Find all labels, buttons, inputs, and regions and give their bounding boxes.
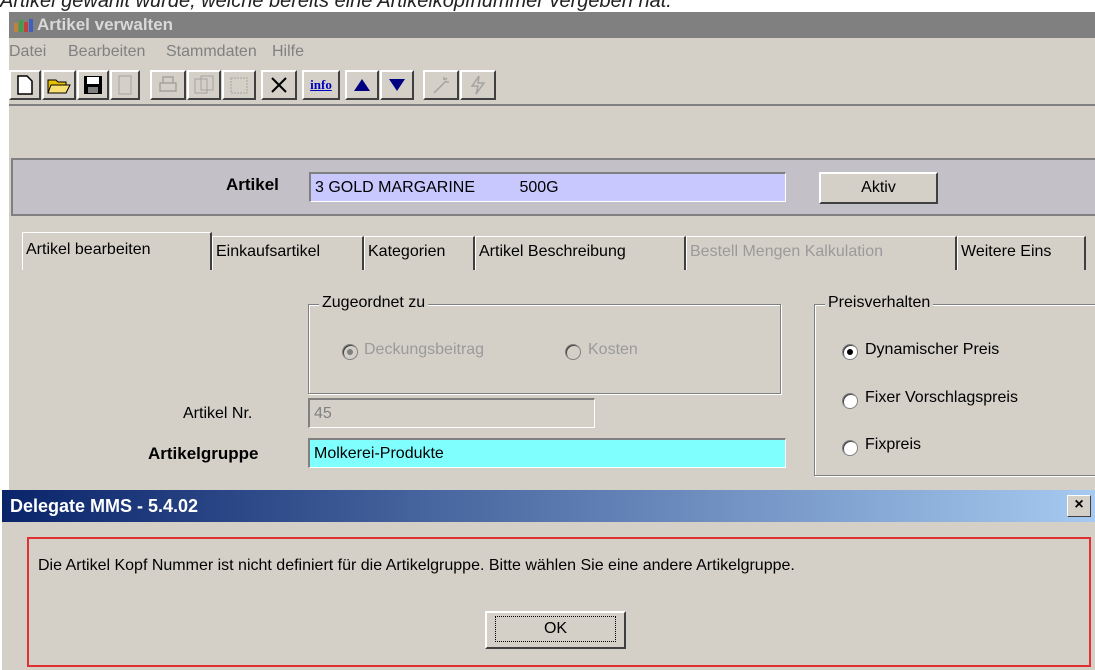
artikelgruppe-label: Artikelgruppe [148, 444, 259, 463]
flash-icon [470, 75, 486, 95]
tab-bestell-mengen-kalkulation[interactable]: Bestell Mengen Kalkulation [686, 236, 957, 270]
dialog-titlebar: Delegate MMS - 5.4.02 × [2, 490, 1095, 522]
save-icon [84, 76, 102, 94]
new-icon [17, 75, 33, 95]
app-icon [14, 19, 33, 32]
move-up-button[interactable] [345, 70, 379, 100]
aktiv-button[interactable]: Aktiv [819, 172, 938, 204]
tab-artikel-bearbeiten[interactable]: Artikel bearbeiten [22, 232, 212, 270]
delete-button[interactable] [261, 70, 297, 100]
tab-einkaufsartikel[interactable]: Einkaufsartikel [212, 236, 364, 270]
zugeordnet-title: Zugeordnet zu [319, 294, 429, 312]
info-icon: info [310, 77, 332, 92]
artikel-field[interactable]: 3 GOLD MARGARINE 500G [309, 172, 786, 202]
radio-kosten[interactable] [565, 344, 581, 360]
tab-kategorien[interactable]: Kategorien [364, 236, 475, 270]
preisverhalten-group: Preisverhalten Dynamischer Preis Fixer V… [814, 294, 1095, 476]
preisverhalten-title: Preisverhalten [825, 294, 934, 312]
menu-datei[interactable]: Datei [9, 43, 46, 61]
paste-button[interactable] [222, 70, 256, 100]
radio-fixer-vorschlagspreis[interactable] [842, 393, 858, 409]
toolbar: info [9, 66, 1095, 104]
menu-stammdaten[interactable]: Stammdaten [166, 43, 257, 61]
window-title: Artikel verwalten [37, 15, 174, 34]
artikel-nr-field[interactable]: 45 [308, 398, 595, 428]
document-caption: Artikel gewählt wurde, welche bereits ei… [0, 0, 672, 12]
menu-bar: Datei Bearbeiten Stammdaten Hilfe [9, 38, 1095, 66]
dialog-message-panel: Die Artikel Kopf Nummer ist nicht defini… [27, 537, 1091, 667]
open-icon [47, 79, 71, 94]
up-icon [354, 79, 370, 91]
radio-dynamischer-preis[interactable] [842, 344, 858, 360]
tab-weitere-einstellungen[interactable]: Weitere Eins [957, 236, 1086, 270]
menu-hilfe[interactable]: Hilfe [272, 43, 304, 61]
tab-artikel-beschreibung[interactable]: Artikel Beschreibung [475, 236, 686, 270]
tab-strip: Artikel bearbeiten Einkaufsartikel Kateg… [22, 232, 1086, 270]
new-button[interactable] [9, 70, 41, 100]
delete-icon [271, 77, 287, 93]
artikel-header-panel: Artikel 3 GOLD MARGARINE 500G Aktiv [11, 158, 1095, 216]
info-button[interactable]: info [302, 70, 340, 100]
paste-icon [230, 77, 248, 94]
fixer-vorschlagspreis-label: Fixer Vorschlagspreis [865, 389, 1018, 406]
artikelgruppe-field[interactable]: Molkerei-Produkte [308, 438, 786, 468]
deckungsbeitrag-label: Deckungsbeitrag [364, 341, 485, 358]
kosten-label: Kosten [588, 341, 638, 358]
dialog-title: Delegate MMS - 5.4.02 [10, 496, 199, 516]
print-icon [159, 76, 177, 92]
open-button[interactable] [42, 70, 76, 100]
down-icon [389, 79, 405, 91]
blank-icon [118, 75, 132, 95]
copy-button[interactable] [187, 70, 221, 100]
flash-button[interactable] [460, 70, 496, 100]
ok-button[interactable]: OK [485, 611, 626, 649]
radio-deckungsbeitrag[interactable] [342, 344, 358, 360]
dialog-message: Die Artikel Kopf Nummer ist nicht defini… [38, 557, 795, 574]
close-icon[interactable]: × [1067, 495, 1091, 517]
artikel-nr-label: Artikel Nr. [183, 405, 253, 422]
copy-icon [194, 75, 214, 94]
print-button[interactable] [150, 70, 186, 100]
artikel-label: Artikel [226, 175, 279, 194]
radio-fixpreis[interactable] [842, 440, 858, 456]
dynamischer-preis-label: Dynamischer Preis [865, 341, 1000, 358]
wand-icon [433, 77, 449, 94]
blank-button[interactable] [110, 70, 140, 100]
menu-bearbeiten[interactable]: Bearbeiten [68, 43, 145, 61]
move-down-button[interactable] [380, 70, 414, 100]
save-button[interactable] [77, 70, 109, 100]
zugeordnet-group: Zugeordnet zu Deckungsbeitrag Kosten [308, 294, 781, 394]
window-titlebar: Artikel verwalten [9, 12, 1095, 38]
ok-label: OK [494, 616, 617, 642]
fixpreis-label: Fixpreis [865, 436, 922, 453]
wand-button[interactable] [423, 70, 459, 100]
